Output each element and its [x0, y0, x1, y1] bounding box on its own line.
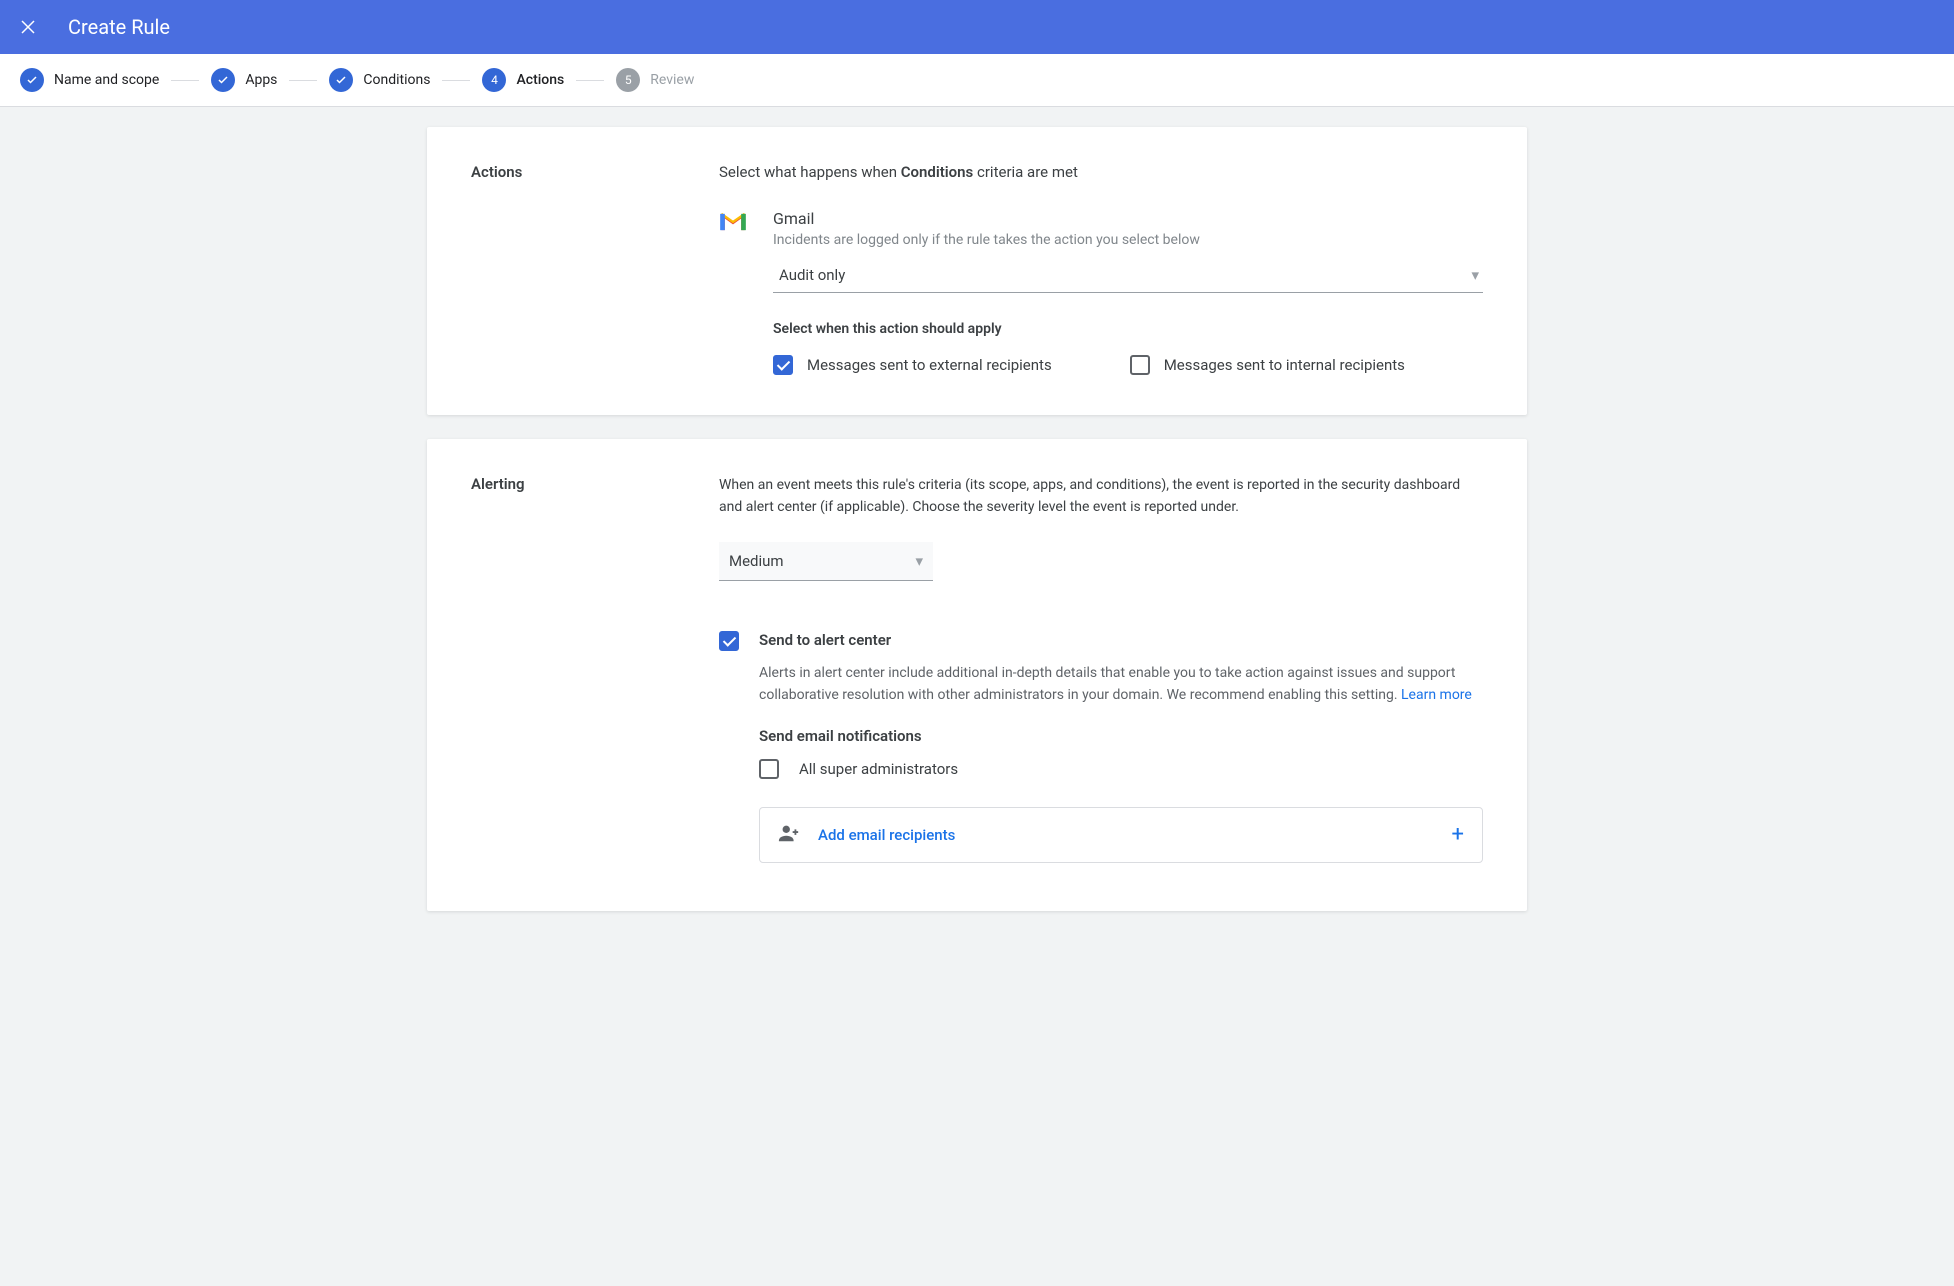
- checkbox-label: Messages sent to internal recipients: [1164, 356, 1405, 374]
- step-divider: [171, 80, 199, 81]
- learn-more-link[interactable]: Learn more: [1401, 687, 1472, 703]
- checkbox-external-recipients[interactable]: Messages sent to external recipients: [773, 355, 1052, 375]
- action-select-value: Audit only: [779, 266, 845, 284]
- alerting-card: Alerting When an event meets this rule's…: [427, 439, 1527, 911]
- plus-icon: +: [1452, 822, 1464, 847]
- action-select[interactable]: Audit only ▾: [773, 258, 1483, 293]
- add-email-recipients-button[interactable]: Add email recipients +: [759, 807, 1483, 863]
- chevron-down-icon: ▾: [1471, 266, 1479, 284]
- step-actions[interactable]: 4 Actions: [482, 68, 564, 92]
- person-add-icon: [778, 822, 800, 848]
- step-label: Actions: [516, 72, 564, 88]
- checkbox-internal-recipients[interactable]: Messages sent to internal recipients: [1130, 355, 1405, 375]
- check-icon: [329, 68, 353, 92]
- step-name-and-scope[interactable]: Name and scope: [20, 68, 159, 92]
- apply-heading: Select when this action should apply: [773, 321, 1483, 337]
- step-divider: [442, 80, 470, 81]
- checkbox-icon: [759, 759, 779, 779]
- gmail-subtitle: Incidents are logged only if the rule ta…: [773, 232, 1483, 248]
- step-divider: [576, 80, 604, 81]
- checkbox-send-alert-center[interactable]: [719, 631, 739, 651]
- step-label: Conditions: [363, 72, 430, 88]
- stepper: Name and scope Apps Conditions 4 Actions…: [0, 54, 1954, 107]
- intro-bold: Conditions: [901, 163, 974, 181]
- step-label: Name and scope: [54, 72, 159, 88]
- intro-pre: Select what happens when: [719, 163, 901, 181]
- actions-card: Actions Select what happens when Conditi…: [427, 127, 1527, 415]
- header-bar: Create Rule: [0, 0, 1954, 54]
- checkbox-icon: [1130, 355, 1150, 375]
- send-alert-description: Alerts in alert center include additiona…: [759, 663, 1483, 706]
- step-label: Review: [650, 72, 694, 88]
- send-alert-desc-text: Alerts in alert center include additiona…: [759, 665, 1455, 703]
- step-conditions[interactable]: Conditions: [329, 68, 430, 92]
- checkbox-all-super-admins[interactable]: [759, 759, 779, 779]
- checkbox-icon: [719, 631, 739, 651]
- page-title: Create Rule: [68, 15, 170, 39]
- email-notifications-heading: Send email notifications: [759, 727, 1483, 745]
- chevron-down-icon: ▾: [915, 552, 923, 570]
- checkbox-icon: [773, 355, 793, 375]
- step-divider: [289, 80, 317, 81]
- send-alert-title: Send to alert center: [759, 631, 1483, 649]
- checkbox-label: Messages sent to external recipients: [807, 356, 1052, 374]
- actions-heading: Actions: [471, 163, 719, 181]
- alerting-description: When an event meets this rule's criteria…: [719, 475, 1483, 518]
- add-recipients-label: Add email recipients: [818, 826, 955, 844]
- severity-select-value: Medium: [729, 552, 784, 570]
- alerting-heading: Alerting: [471, 475, 719, 493]
- step-apps[interactable]: Apps: [211, 68, 277, 92]
- close-icon[interactable]: [16, 15, 40, 39]
- step-number: 5: [616, 68, 640, 92]
- check-icon: [20, 68, 44, 92]
- step-review: 5 Review: [616, 68, 694, 92]
- actions-intro: Select what happens when Conditions crit…: [719, 163, 1483, 181]
- step-number: 4: [482, 68, 506, 92]
- checkbox-label: All super administrators: [799, 760, 958, 778]
- gmail-icon: [719, 211, 747, 233]
- step-label: Apps: [245, 72, 277, 88]
- gmail-title: Gmail: [773, 209, 1483, 228]
- check-icon: [211, 68, 235, 92]
- severity-select[interactable]: Medium ▾: [719, 542, 933, 581]
- intro-post: criteria are met: [973, 163, 1078, 181]
